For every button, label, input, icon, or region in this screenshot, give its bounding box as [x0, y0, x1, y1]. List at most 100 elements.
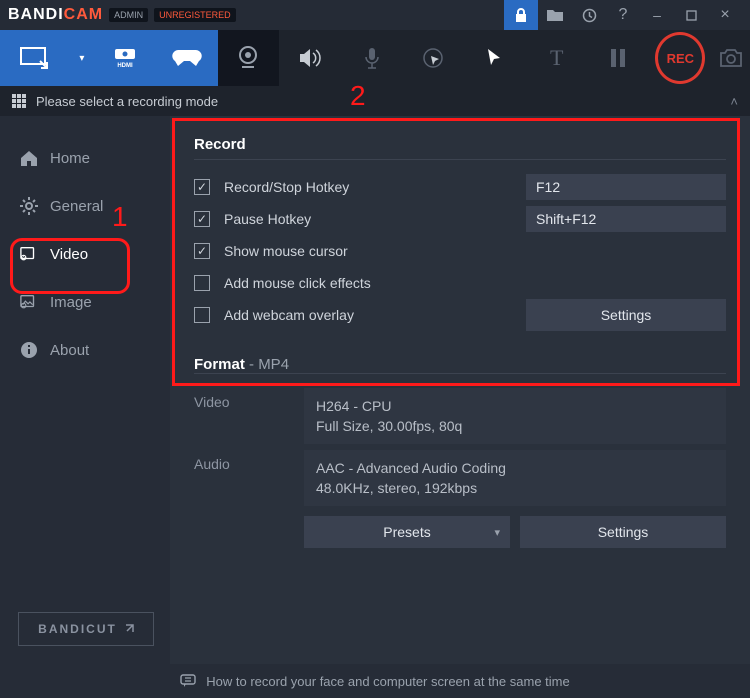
admin-badge: ADMIN	[109, 8, 148, 22]
bandicut-button[interactable]: BANDICUT	[18, 612, 154, 646]
presets-button[interactable]: Presets ▾	[304, 516, 510, 548]
sound-toggle[interactable]	[279, 30, 341, 86]
checkbox-click-effects[interactable]	[194, 275, 210, 291]
format-audio-key: Audio	[194, 450, 304, 506]
maximize-icon	[686, 10, 697, 21]
text-icon: T	[550, 45, 563, 71]
mode-hdmi-button[interactable]: HDMI	[94, 30, 156, 86]
sidebar-item-video[interactable]: Video	[0, 230, 170, 278]
history-button[interactable]	[572, 0, 606, 30]
speaker-icon	[299, 48, 321, 68]
record-button[interactable]: REC	[655, 32, 705, 84]
sidebar-label: General	[50, 198, 103, 215]
hotkey-value: F12	[536, 179, 560, 195]
microphone-icon	[364, 47, 380, 69]
maximize-button[interactable]	[674, 0, 708, 30]
hdmi-icon: HDMI	[109, 47, 141, 69]
divider	[194, 373, 726, 374]
checkbox-record-hotkey[interactable]: ✓	[194, 179, 210, 195]
row-label: Record/Stop Hotkey	[224, 179, 526, 195]
chat-icon	[180, 674, 196, 688]
checkbox-show-cursor[interactable]: ✓	[194, 243, 210, 259]
annotation-1: 1	[112, 201, 128, 233]
titlebar: BANDICAM ADMIN UNREGISTERED ? – ×	[0, 0, 750, 30]
folder-button[interactable]	[538, 0, 572, 30]
format-codec: MP4	[258, 356, 289, 373]
checkbox-webcam-overlay[interactable]	[194, 307, 210, 323]
minimize-icon: –	[653, 7, 661, 23]
format-audio-row: Audio AAC - Advanced Audio Coding 48.0KH…	[194, 450, 726, 506]
app-logo: BANDICAM	[8, 6, 103, 24]
content-panel: Record ✓ Record/Stop Hotkey F12 ✓ Pause …	[170, 116, 750, 664]
webcam-icon	[236, 45, 260, 71]
close-icon: ×	[720, 6, 729, 24]
sidebar-item-image[interactable]: Image	[0, 278, 170, 326]
unregistered-badge: UNREGISTERED	[154, 8, 236, 22]
svg-text:HDMI: HDMI	[118, 63, 134, 69]
hotkey-pause-field[interactable]: Shift+F12	[526, 206, 726, 232]
sidebar-item-home[interactable]: Home	[0, 134, 170, 182]
lock-button[interactable]	[504, 0, 538, 30]
format-audio-value: AAC - Advanced Audio Coding 48.0KHz, ste…	[304, 450, 726, 506]
row-label: Add webcam overlay	[224, 307, 526, 323]
mode-select-row[interactable]: Please select a recording mode ˄ 2	[0, 86, 750, 116]
record-row-hotkey: ✓ Record/Stop Hotkey F12	[194, 172, 726, 202]
mode-webcam-button[interactable]	[218, 30, 280, 86]
footer-text: How to record your face and computer scr…	[206, 674, 569, 689]
help-button[interactable]: ?	[606, 0, 640, 30]
bandicut-label: BANDICUT	[38, 622, 117, 636]
cursor-click-toggle[interactable]	[403, 30, 465, 86]
mode-game-button[interactable]	[156, 30, 218, 86]
gear-icon	[20, 197, 38, 215]
format-settings-button[interactable]: Settings	[520, 516, 726, 548]
chevron-down-icon: ▾	[494, 526, 500, 539]
mic-toggle[interactable]	[341, 30, 403, 86]
cursor-click-icon	[422, 47, 444, 69]
format-line: AAC - Advanced Audio Coding	[316, 458, 714, 478]
row-label: Pause Hotkey	[224, 211, 526, 227]
checkbox-pause-hotkey[interactable]: ✓	[194, 211, 210, 227]
cursor-toggle[interactable]	[464, 30, 526, 86]
chevron-down-icon: ▾	[79, 53, 84, 64]
hotkey-value: Shift+F12	[536, 211, 596, 227]
external-link-icon	[123, 624, 134, 635]
gamepad-icon	[172, 48, 202, 68]
mode-screen-button[interactable]	[0, 30, 69, 86]
pause-button[interactable]	[588, 30, 650, 86]
screen-rect-icon	[20, 47, 50, 69]
sidebar-label: Video	[50, 246, 88, 263]
record-row-cursor: ✓ Show mouse cursor	[194, 236, 726, 266]
annotation-2: 2	[350, 80, 366, 112]
chevron-up-icon: ˄	[730, 94, 738, 109]
format-video-value: H264 - CPU Full Size, 30.00fps, 80q	[304, 388, 726, 444]
format-line: Full Size, 30.00fps, 80q	[316, 416, 714, 436]
cursor-icon	[487, 48, 503, 68]
pause-icon	[610, 48, 626, 68]
close-button[interactable]: ×	[708, 0, 742, 30]
text-toggle[interactable]: T	[526, 30, 588, 86]
image-settings-icon	[20, 293, 38, 311]
mode-bar: ▾ HDMI T	[0, 30, 750, 86]
sidebar-item-general[interactable]: General	[0, 182, 170, 230]
button-label: Settings	[598, 524, 649, 540]
info-icon	[20, 341, 38, 359]
mode-select-label: Please select a recording mode	[36, 94, 218, 109]
folder-icon	[547, 9, 563, 21]
mode-screen-dropdown[interactable]: ▾	[69, 30, 94, 86]
main-area: Home General Video Image About 1	[0, 116, 750, 664]
lock-icon	[515, 8, 527, 22]
sidebar-item-about[interactable]: About	[0, 326, 170, 374]
record-row-pause: ✓ Pause Hotkey Shift+F12	[194, 204, 726, 234]
record-settings-button[interactable]: Settings	[526, 299, 726, 331]
camera-icon	[720, 49, 742, 67]
record-row-webcam-overlay: Add webcam overlay Settings	[194, 300, 726, 330]
footer-tip[interactable]: How to record your face and computer scr…	[0, 664, 750, 698]
button-label: Settings	[601, 307, 652, 323]
minimize-button[interactable]: –	[640, 0, 674, 30]
screenshot-button[interactable]	[711, 30, 750, 86]
home-icon	[20, 149, 38, 167]
sidebar-label: About	[50, 342, 89, 359]
format-line: 48.0KHz, stereo, 192kbps	[316, 478, 714, 498]
hotkey-record-field[interactable]: F12	[526, 174, 726, 200]
record-label: REC	[667, 51, 694, 66]
